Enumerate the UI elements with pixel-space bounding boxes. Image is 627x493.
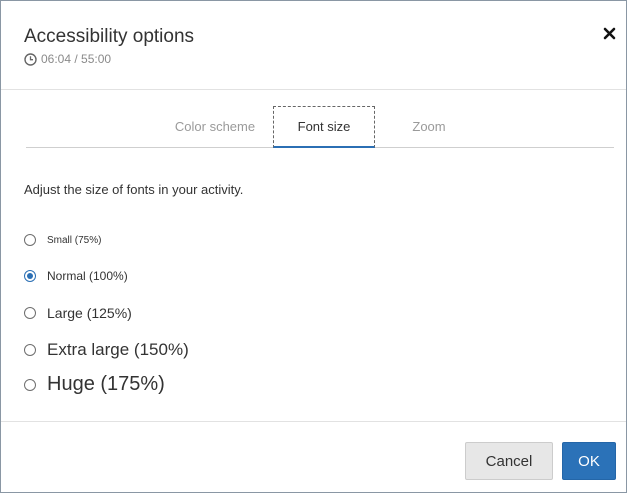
- font-option-huge[interactable]: Huge (175%): [24, 373, 165, 396]
- ok-button[interactable]: OK: [562, 442, 616, 480]
- accessibility-dialog: Accessibility options 06:04 / 55:00 Colo…: [0, 0, 627, 493]
- tab-bar: Color scheme Font size Zoom: [26, 106, 614, 148]
- radio-huge[interactable]: [24, 378, 36, 391]
- radio-normal[interactable]: [24, 270, 36, 282]
- font-option-label: Extra large (150%): [47, 340, 189, 359]
- dialog-header: Accessibility options 06:04 / 55:00: [1, 1, 626, 90]
- tab-font-size[interactable]: Font size: [273, 106, 375, 148]
- font-size-description: Adjust the size of fonts in your activit…: [24, 182, 244, 197]
- radio-extra-large[interactable]: [24, 344, 36, 356]
- tab-zoom[interactable]: Zoom: [375, 106, 483, 146]
- font-option-normal[interactable]: Normal (100%): [24, 269, 128, 283]
- font-option-label: Huge (175%): [47, 373, 165, 395]
- font-option-large[interactable]: Large (125%): [24, 305, 132, 321]
- timer-text: 06:04 / 55:00: [41, 52, 112, 66]
- cancel-button[interactable]: Cancel: [465, 442, 553, 480]
- font-option-label: Normal (100%): [47, 269, 128, 283]
- font-option-small[interactable]: Small (75%): [24, 234, 101, 246]
- clock-icon: [24, 52, 37, 66]
- font-option-extra-large[interactable]: Extra large (150%): [24, 340, 189, 360]
- font-option-label: Small (75%): [47, 234, 102, 246]
- close-icon: [603, 27, 615, 39]
- close-button[interactable]: [600, 24, 618, 42]
- font-option-label: Large (125%): [47, 305, 132, 321]
- dialog-footer: Cancel OK: [1, 421, 626, 493]
- tab-color-scheme[interactable]: Color scheme: [156, 106, 274, 146]
- radio-small[interactable]: [24, 234, 36, 246]
- dialog-title: Accessibility options: [24, 26, 195, 47]
- radio-large[interactable]: [24, 307, 36, 319]
- timer: 06:04 / 55:00: [24, 52, 111, 66]
